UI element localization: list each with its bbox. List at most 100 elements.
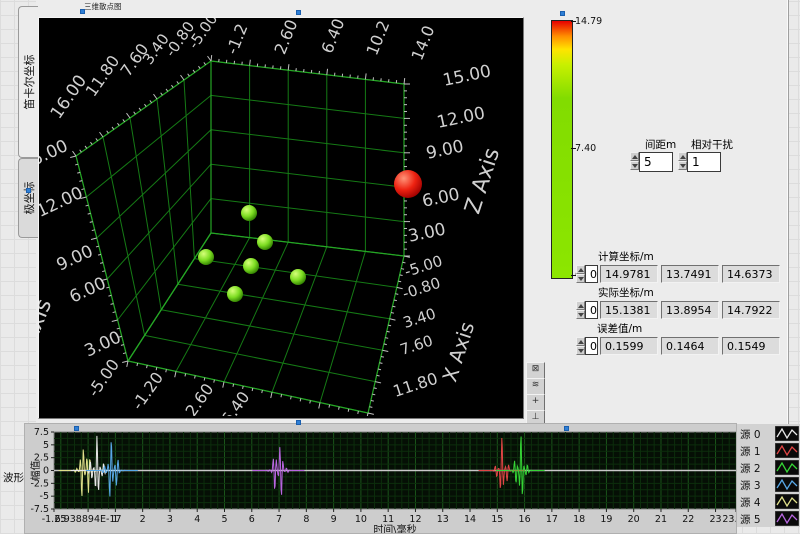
actual-index-down[interactable] bbox=[576, 310, 585, 319]
svg-text:23.75: 23.75 bbox=[722, 514, 736, 525]
svg-text:15: 15 bbox=[491, 514, 503, 525]
calculated-index-up[interactable] bbox=[576, 265, 585, 274]
selection-handle[interactable] bbox=[74, 426, 79, 431]
error-index-up[interactable] bbox=[576, 337, 585, 346]
svg-text:13: 13 bbox=[437, 514, 449, 525]
svg-text:-1.2: -1.2 bbox=[222, 21, 251, 57]
legend-item-source5[interactable]: 源 5 bbox=[739, 511, 799, 526]
calculated-coords-label: 计算坐标/m bbox=[598, 249, 654, 264]
color-scale-mid: 7.40 bbox=[575, 143, 596, 154]
interference-label: 相对干扰 bbox=[691, 137, 733, 152]
selection-handle[interactable] bbox=[296, 10, 301, 15]
svg-text:16.00: 16.00 bbox=[47, 71, 91, 122]
svg-text:9.00: 9.00 bbox=[424, 136, 465, 163]
interference-increment-button[interactable] bbox=[678, 152, 687, 161]
svg-text:3.40: 3.40 bbox=[401, 305, 438, 332]
spacing-decrement-button[interactable] bbox=[630, 161, 639, 170]
scatter3d-plot[interactable]: 16.0011.807.603.40-0.80-5.00-1.22.606.40… bbox=[38, 17, 524, 419]
svg-text:6: 6 bbox=[249, 514, 255, 525]
source3-waveform-icon bbox=[775, 477, 799, 492]
svg-text:22: 22 bbox=[682, 514, 694, 525]
svg-text:18: 18 bbox=[573, 514, 585, 525]
error-label: 误差值/m bbox=[597, 321, 642, 336]
selection-handle[interactable] bbox=[80, 9, 85, 14]
front-panel: 笛卡尔坐标 极坐标 三维散点图 16.0011.807.603.40-0.80-… bbox=[0, 0, 800, 534]
projection-icon[interactable]: ⊠ bbox=[526, 362, 545, 379]
svg-text:-5.00: -5.00 bbox=[84, 355, 123, 400]
actual-y-value: 13.8954 bbox=[661, 301, 719, 319]
error-index-down[interactable] bbox=[576, 346, 585, 355]
calculated-index-down[interactable] bbox=[576, 274, 585, 283]
interference-decrement-button[interactable] bbox=[678, 161, 687, 170]
svg-text:5: 5 bbox=[221, 514, 227, 525]
source0-waveform-icon bbox=[775, 426, 799, 441]
svg-text:3: 3 bbox=[167, 514, 173, 525]
actual-z-value: 14.7922 bbox=[722, 301, 780, 319]
legend-item-source3[interactable]: 源 3 bbox=[739, 477, 799, 492]
svg-text:2: 2 bbox=[140, 514, 146, 525]
svg-text:-1.20: -1.20 bbox=[128, 368, 167, 413]
scatter3d-svg: 16.0011.807.603.40-0.80-5.00-1.22.606.40… bbox=[39, 18, 521, 416]
waveform-legend: 源 0 源 1 源 2 源 3 源 4 源 5 bbox=[737, 424, 800, 527]
legend-item-source1[interactable]: 源 1 bbox=[739, 443, 799, 458]
source1-waveform-icon bbox=[775, 443, 799, 458]
actual-x-value: 15.1381 bbox=[600, 301, 658, 319]
selection-handle[interactable] bbox=[26, 188, 31, 193]
spacing-label: 间距m bbox=[645, 137, 676, 152]
waveform-xaxis-label: 时间\毫秒 bbox=[373, 523, 416, 533]
svg-text:11.80: 11.80 bbox=[82, 52, 124, 100]
svg-text:0: 0 bbox=[43, 466, 49, 477]
spacing-stepper bbox=[630, 152, 639, 170]
svg-text:11.80: 11.80 bbox=[391, 369, 440, 401]
svg-text:8: 8 bbox=[303, 514, 309, 525]
crosshair-icon[interactable]: + bbox=[526, 394, 545, 411]
svg-text:11: 11 bbox=[382, 514, 394, 525]
svg-text:10.2: 10.2 bbox=[362, 18, 393, 58]
spacing-input[interactable]: 5 bbox=[639, 152, 673, 172]
tab-cartesian-label: 笛卡尔坐标 bbox=[21, 55, 37, 110]
interference-input[interactable]: 1 bbox=[687, 152, 721, 172]
error-index-input[interactable]: 0 bbox=[585, 337, 598, 355]
waveform-svg: 7.552.50-2.5-5-7.5-1.256.938894E-1712345… bbox=[25, 424, 736, 533]
svg-text:15.00: 15.00 bbox=[39, 136, 71, 175]
svg-text:16: 16 bbox=[519, 514, 531, 525]
tab-cartesian[interactable]: 笛卡尔坐标 bbox=[18, 6, 38, 158]
waveform-yaxis-label: 幅值 bbox=[29, 461, 42, 481]
legend-item-source0[interactable]: 源 0 bbox=[739, 426, 799, 441]
svg-text:12: 12 bbox=[409, 514, 421, 525]
color-scale-max: 14.79 bbox=[575, 16, 602, 27]
waveform-chart: 7.552.50-2.5-5-7.5-1.256.938894E-1712345… bbox=[24, 423, 737, 534]
svg-text:23: 23 bbox=[709, 514, 721, 525]
legend-item-source2[interactable]: 源 2 bbox=[739, 460, 799, 475]
svg-text:20: 20 bbox=[628, 514, 640, 525]
svg-text:1: 1 bbox=[112, 514, 118, 525]
tab-polar-label: 极坐标 bbox=[21, 182, 37, 215]
svg-text:12.00: 12.00 bbox=[39, 183, 86, 222]
scatter3d-title: 三维散点图 bbox=[84, 1, 122, 12]
svg-text:17: 17 bbox=[546, 514, 558, 525]
svg-text:14: 14 bbox=[464, 514, 476, 525]
calculated-index-input[interactable]: 0 bbox=[585, 265, 598, 283]
source4-waveform-icon bbox=[775, 494, 799, 509]
svg-text:19: 19 bbox=[600, 514, 612, 525]
source2-waveform-icon bbox=[775, 460, 799, 475]
tab-polar[interactable]: 极坐标 bbox=[18, 158, 38, 238]
actual-index-up[interactable] bbox=[576, 301, 585, 310]
spacing-increment-button[interactable] bbox=[630, 152, 639, 161]
actual-index-input[interactable]: 0 bbox=[585, 301, 598, 319]
actual-index-stepper bbox=[576, 301, 585, 319]
selection-handle[interactable] bbox=[296, 420, 301, 425]
zigzag-icon[interactable]: ≋ bbox=[526, 378, 545, 395]
svg-text:7.60: 7.60 bbox=[398, 332, 435, 359]
calculated-z-value: 14.6373 bbox=[722, 265, 780, 283]
svg-text:3.00: 3.00 bbox=[82, 327, 125, 361]
svg-text:6.40: 6.40 bbox=[317, 18, 348, 56]
selection-handle[interactable] bbox=[564, 426, 569, 431]
svg-text:6.40: 6.40 bbox=[217, 388, 253, 416]
error-index-stepper bbox=[576, 337, 585, 355]
svg-text:2.60: 2.60 bbox=[181, 380, 217, 416]
actual-coords-label: 实际坐标/m bbox=[598, 285, 654, 300]
legend-item-source4[interactable]: 源 4 bbox=[739, 494, 799, 509]
selection-handle[interactable] bbox=[560, 11, 565, 16]
svg-text:21: 21 bbox=[655, 514, 667, 525]
